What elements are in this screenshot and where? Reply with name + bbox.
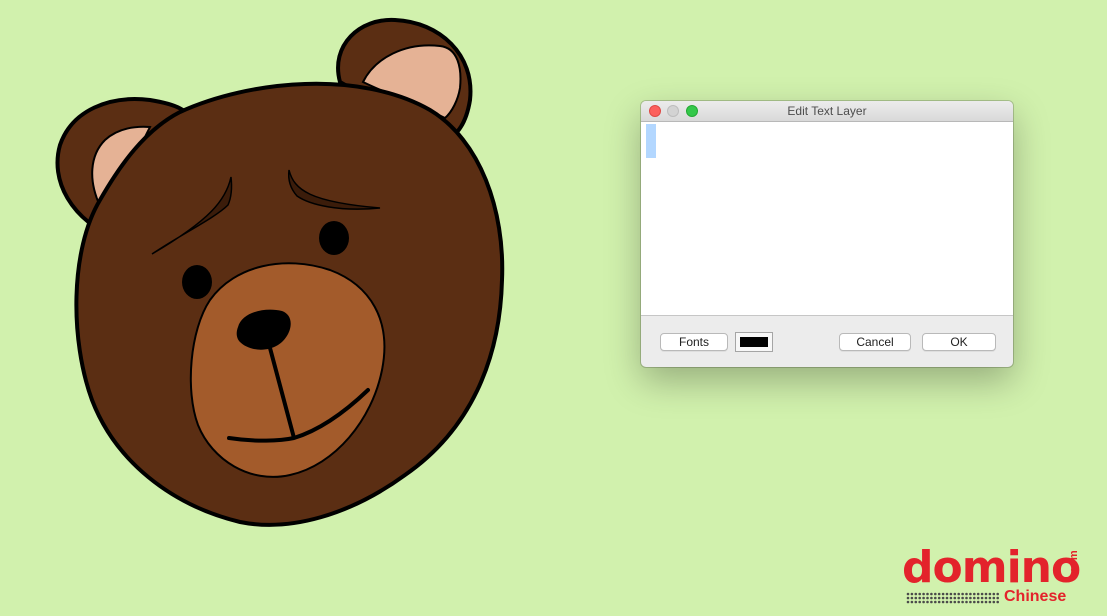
cancel-button[interactable]: Cancel bbox=[839, 333, 911, 351]
ok-button[interactable]: OK bbox=[922, 333, 996, 351]
text-color-well[interactable] bbox=[735, 332, 773, 352]
bear-right-eye bbox=[319, 221, 349, 255]
text-input-area[interactable] bbox=[641, 122, 1013, 316]
edit-text-layer-dialog: Edit Text Layer Fonts Cancel OK bbox=[641, 101, 1013, 367]
domino-chinese-logo: domino Chinese .com bbox=[898, 542, 1098, 610]
dialog-title: Edit Text Layer bbox=[787, 104, 867, 118]
logo-domain-suffix: .com bbox=[1068, 550, 1080, 576]
text-cursor-selection bbox=[646, 124, 656, 158]
bear-left-eye bbox=[182, 265, 212, 299]
logo-dot-pattern bbox=[906, 592, 999, 604]
logo-wordmark: domino bbox=[902, 542, 1081, 593]
fonts-button[interactable]: Fonts bbox=[660, 333, 728, 351]
dialog-titlebar[interactable]: Edit Text Layer bbox=[641, 101, 1013, 122]
text-color-swatch bbox=[740, 337, 768, 347]
logo-subtitle: Chinese bbox=[1004, 588, 1067, 605]
